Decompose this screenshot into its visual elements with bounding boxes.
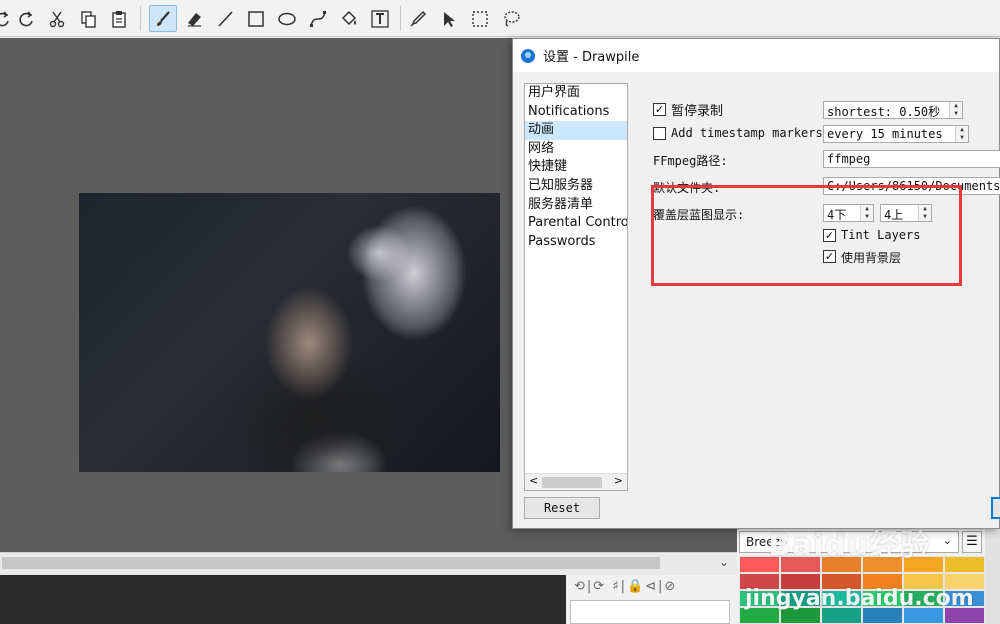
pause-recording-spinbox[interactable]: shortest: 0.50秒 ▲ ▼ xyxy=(823,101,963,119)
settings-nav-item[interactable]: 网络 xyxy=(525,140,627,159)
pause-recording-value: shortest: 0.50秒 xyxy=(827,105,941,119)
layer-toolbar-icons[interactable]: ⟲|⟳ ♯|🔒⊲|⊘ xyxy=(574,579,677,594)
pause-recording-label: 暂停录制 xyxy=(671,104,724,119)
color-swatch[interactable] xyxy=(944,556,985,573)
ffmpeg-path-label: FFmpeg路径: xyxy=(653,154,728,168)
timestamp-markers-value: every 15 minutes xyxy=(827,127,943,141)
selection-rect-icon[interactable] xyxy=(466,5,494,32)
line-icon[interactable] xyxy=(211,5,239,32)
settings-nav-item[interactable]: Passwords xyxy=(525,233,627,252)
color-picker-icon[interactable] xyxy=(404,5,432,32)
nav-horizontal-scrollbar[interactable]: < > xyxy=(525,473,627,490)
redo-icon[interactable] xyxy=(12,5,40,32)
chevron-down-icon: ⌄ xyxy=(942,534,952,547)
eraser-icon[interactable] xyxy=(180,5,208,32)
settings-nav-item[interactable]: Parental Controls xyxy=(525,214,627,233)
spin-arrows-icon[interactable]: ▲ ▼ xyxy=(955,126,968,142)
spin-arrows-icon[interactable]: ▲ ▼ xyxy=(949,102,962,118)
chevron-left-icon[interactable]: < xyxy=(529,474,538,487)
settings-nav-item[interactable]: 服务器清单 xyxy=(525,196,627,215)
paste-icon[interactable] xyxy=(105,5,133,32)
cut-icon[interactable] xyxy=(43,5,71,32)
fill-icon[interactable] xyxy=(335,5,363,32)
ok-button[interactable] xyxy=(991,497,1000,519)
settings-nav-item[interactable]: 动画 xyxy=(525,121,627,140)
rectangle-icon[interactable] xyxy=(242,5,270,32)
settings-nav-item[interactable]: 用户界面 xyxy=(525,84,627,103)
text-icon[interactable] xyxy=(366,5,394,32)
annotation-highlight-box xyxy=(651,185,962,286)
drawpile-app-icon xyxy=(521,48,535,63)
settings-nav-item[interactable]: Notifications xyxy=(525,103,627,122)
ffmpeg-path-input[interactable]: ffmpeg xyxy=(823,150,1000,168)
scrollbar-thumb[interactable] xyxy=(542,477,602,488)
color-strip xyxy=(985,528,1000,624)
brush-icon[interactable] xyxy=(149,5,177,32)
pointer-icon[interactable] xyxy=(435,5,463,32)
reset-button[interactable]: Reset xyxy=(524,497,600,519)
ellipse-icon[interactable] xyxy=(273,5,301,32)
timestamp-markers-checkbox[interactable] xyxy=(653,127,666,140)
lasso-icon[interactable] xyxy=(497,5,525,32)
settings-nav-item[interactable]: 已知服务器 xyxy=(525,177,627,196)
ffmpeg-path-value: ffmpeg xyxy=(827,152,871,166)
canvas-image xyxy=(79,193,500,472)
timestamp-markers-label: Add timestamp markers xyxy=(671,126,823,140)
main-toolbar xyxy=(0,0,1000,37)
timeline-panel xyxy=(0,575,566,624)
dialog-title: 设置 - Drawpile xyxy=(543,50,640,65)
chevron-down-icon[interactable]: ⌄ xyxy=(719,555,729,569)
pause-recording-checkbox[interactable]: ✓ xyxy=(653,103,666,116)
layer-list[interactable] xyxy=(570,600,730,624)
chevron-right-icon[interactable]: > xyxy=(614,474,623,487)
dialog-titlebar[interactable]: 设置 - Drawpile xyxy=(513,39,999,72)
bezier-icon[interactable] xyxy=(304,5,332,32)
copy-icon[interactable] xyxy=(74,5,102,32)
timestamp-markers-select[interactable]: every 15 minutes ▲ ▼ xyxy=(823,125,969,143)
settings-nav-item[interactable]: 快捷键 xyxy=(525,158,627,177)
scrollbar-thumb[interactable] xyxy=(2,557,660,569)
hamburger-icon[interactable]: ☰ xyxy=(962,531,982,553)
canvas-horizontal-scrollbar[interactable]: ⌄ xyxy=(0,552,737,574)
watermark-url: jingyan.baidu.com xyxy=(745,586,974,611)
settings-nav-list: 用户界面 Notifications 动画 网络 快捷键 已知服务器 服务器清单 Parent… xyxy=(524,83,628,491)
